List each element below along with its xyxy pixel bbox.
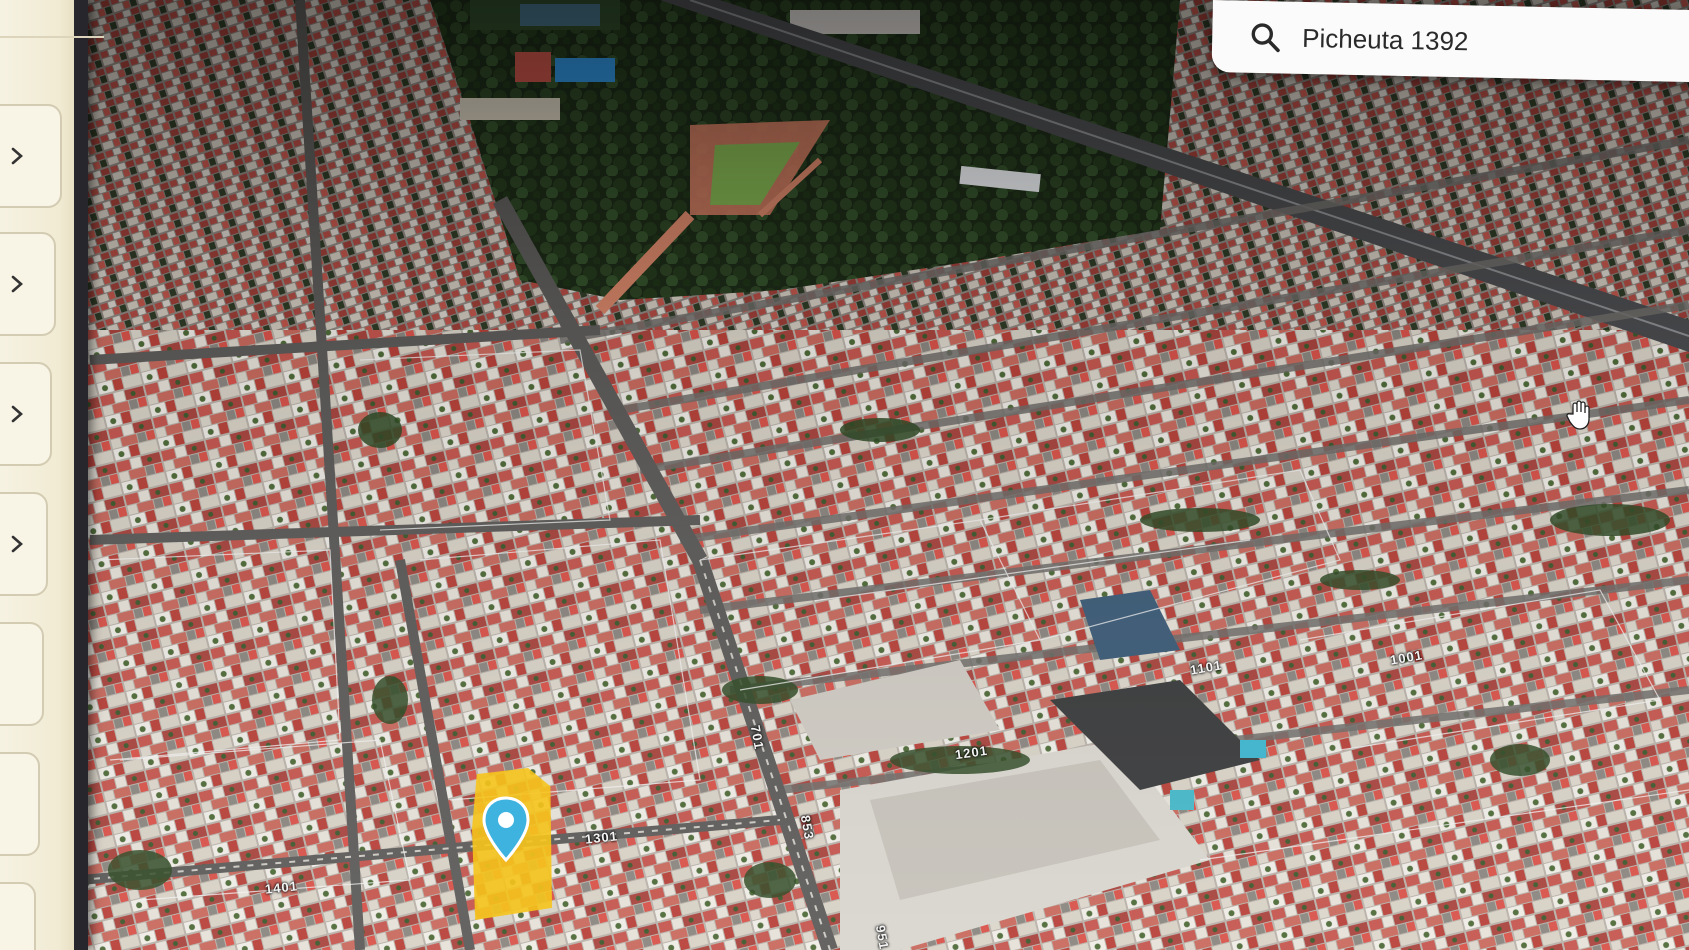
search-input[interactable]: [1301, 22, 1683, 62]
side-card-1[interactable]: [0, 104, 62, 208]
side-card-5[interactable]: [0, 622, 44, 726]
chevron-right-icon: [11, 147, 23, 165]
satellite-map[interactable]: [0, 0, 1689, 950]
side-panel: [0, 0, 104, 950]
chevron-right-icon: [11, 405, 23, 423]
side-card-4[interactable]: [0, 492, 48, 596]
chevron-right-icon: [11, 275, 23, 293]
satellite-imagery[interactable]: [0, 0, 1689, 950]
chevron-right-icon: [11, 535, 23, 553]
side-card-7[interactable]: [0, 882, 36, 950]
hand-cursor-icon: [1565, 400, 1591, 430]
side-card-3[interactable]: [0, 362, 52, 466]
side-card-6[interactable]: [0, 752, 40, 856]
search-icon[interactable]: [1248, 20, 1283, 55]
map-app: 1401 1301 1201 1101 1001 951 853 701: [0, 0, 1689, 950]
side-card-2[interactable]: [0, 232, 56, 336]
search-bar[interactable]: [1211, 0, 1689, 83]
location-pin-icon[interactable]: [481, 796, 531, 862]
panel-divider: [0, 36, 104, 38]
